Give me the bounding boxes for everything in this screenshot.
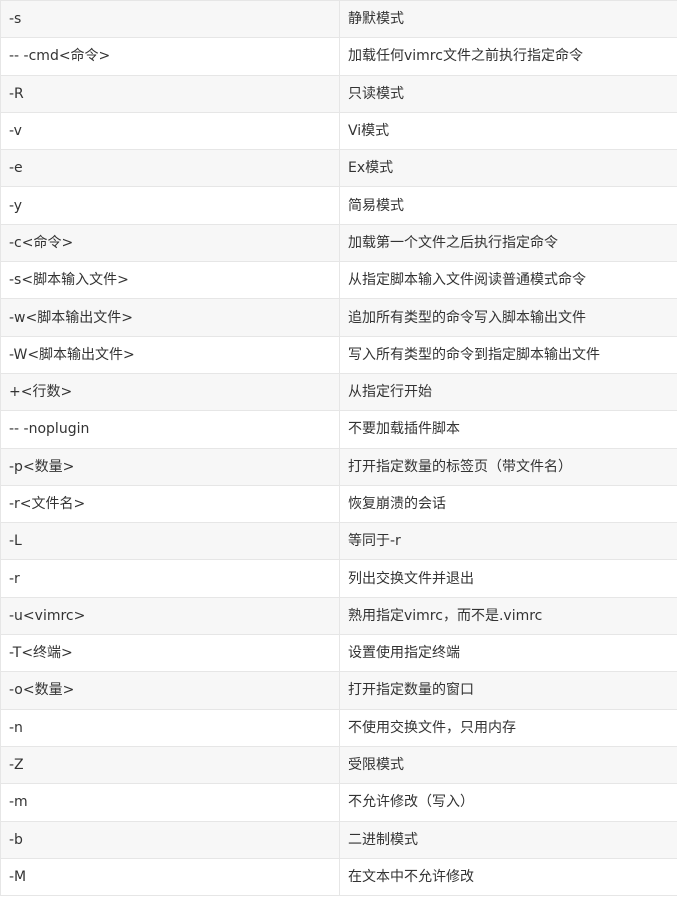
table-row: -s<脚本输入文件> 从指定脚本输入文件阅读普通模式命令 [0, 261, 677, 300]
option-cell: -T<终端> [0, 634, 340, 673]
description-cell: 从指定行开始 [339, 372, 677, 412]
description-cell: 等同于-r [339, 522, 677, 561]
option-cell: -u<vimrc> [0, 596, 340, 636]
table-row: -w<脚本输出文件> 追加所有类型的命令写入脚本输出文件 [0, 298, 677, 337]
option-cell: -L [0, 522, 340, 561]
description-cell: 不允许修改（写入） [339, 783, 677, 822]
table-row: -c<命令> 加载第一个文件之后执行指定命令 [0, 223, 677, 263]
table-row: -y 简易模式 [0, 186, 677, 225]
table-row: -b 二进制模式 [0, 820, 677, 859]
table-row: -r<文件名> 恢复崩溃的会话 [0, 484, 677, 524]
description-cell: 只读模式 [339, 74, 677, 113]
description-cell: 设置使用指定终端 [339, 634, 677, 673]
description-cell: 简易模式 [339, 186, 677, 225]
description-cell: 列出交换文件并退出 [339, 559, 677, 598]
option-cell: -Z [0, 745, 340, 785]
option-cell: -R [0, 74, 340, 113]
description-cell: 恢复崩溃的会话 [339, 484, 677, 524]
table-row: -o<数量> 打开指定数量的窗口 [0, 671, 677, 710]
description-cell: 打开指定数量的标签页（带文件名） [339, 447, 677, 486]
option-cell: -o<数量> [0, 671, 340, 710]
table-row: -v Vi模式 [0, 111, 677, 151]
option-cell: -r<文件名> [0, 484, 340, 524]
option-cell: -m [0, 783, 340, 822]
option-cell: -n [0, 708, 340, 747]
option-cell: -v [0, 111, 340, 151]
table-row: -e Ex模式 [0, 149, 677, 188]
table-row: -u<vimrc> 熟用指定vimrc，而不是.vimrc [0, 596, 677, 636]
option-cell: -c<命令> [0, 223, 340, 263]
table-row: -p<数量> 打开指定数量的标签页（带文件名） [0, 447, 677, 486]
description-cell: 打开指定数量的窗口 [339, 671, 677, 710]
table-row: -M 在文本中不允许修改 [0, 857, 677, 897]
option-cell: -e [0, 149, 340, 188]
option-cell: -y [0, 186, 340, 225]
description-cell: 二进制模式 [339, 820, 677, 859]
vim-options-table: -s 静默模式 -- -cmd<命令> 加载任何vimrc文件之前执行指定命令 -R 只读… [0, 0, 677, 897]
table-row: -R 只读模式 [0, 74, 677, 113]
description-cell: 从指定脚本输入文件阅读普通模式命令 [339, 261, 677, 300]
option-cell: +<行数> [0, 372, 340, 412]
table-row: -L 等同于-r [0, 522, 677, 561]
table-row: -W<脚本输出文件> 写入所有类型的命令到指定脚本输出文件 [0, 335, 677, 374]
table-row: -s 静默模式 [0, 0, 677, 39]
description-cell: Ex模式 [339, 149, 677, 188]
option-cell: -M [0, 857, 340, 897]
description-cell: 熟用指定vimrc，而不是.vimrc [339, 596, 677, 636]
option-cell: -- -noplugin [0, 410, 340, 449]
option-cell: -W<脚本输出文件> [0, 335, 340, 374]
table-row: -T<终端> 设置使用指定终端 [0, 634, 677, 673]
table-body: -s 静默模式 -- -cmd<命令> 加载任何vimrc文件之前执行指定命令 -R 只读… [0, 0, 677, 897]
description-cell: 追加所有类型的命令写入脚本输出文件 [339, 298, 677, 337]
table-row: +<行数> 从指定行开始 [0, 372, 677, 412]
table-row: -m 不允许修改（写入） [0, 783, 677, 822]
option-cell: -p<数量> [0, 447, 340, 486]
option-cell: -s [0, 0, 340, 39]
description-cell: 静默模式 [339, 0, 677, 39]
option-cell: -s<脚本输入文件> [0, 261, 340, 300]
option-cell: -r [0, 559, 340, 598]
description-cell: 不要加载插件脚本 [339, 410, 677, 449]
description-cell: 写入所有类型的命令到指定脚本输出文件 [339, 335, 677, 374]
option-cell: -w<脚本输出文件> [0, 298, 340, 337]
description-cell: 加载任何vimrc文件之前执行指定命令 [339, 37, 677, 76]
description-cell: 不使用交换文件，只用内存 [339, 708, 677, 747]
description-cell: 受限模式 [339, 745, 677, 785]
table-row: -- -cmd<命令> 加载任何vimrc文件之前执行指定命令 [0, 37, 677, 76]
table-row: -r 列出交换文件并退出 [0, 559, 677, 598]
table-row: -- -noplugin 不要加载插件脚本 [0, 410, 677, 449]
table-row: -Z 受限模式 [0, 745, 677, 785]
description-cell: 在文本中不允许修改 [339, 857, 677, 897]
option-cell: -- -cmd<命令> [0, 37, 340, 76]
description-cell: Vi模式 [339, 111, 677, 151]
description-cell: 加载第一个文件之后执行指定命令 [339, 223, 677, 263]
table-row: -n 不使用交换文件，只用内存 [0, 708, 677, 747]
option-cell: -b [0, 820, 340, 859]
